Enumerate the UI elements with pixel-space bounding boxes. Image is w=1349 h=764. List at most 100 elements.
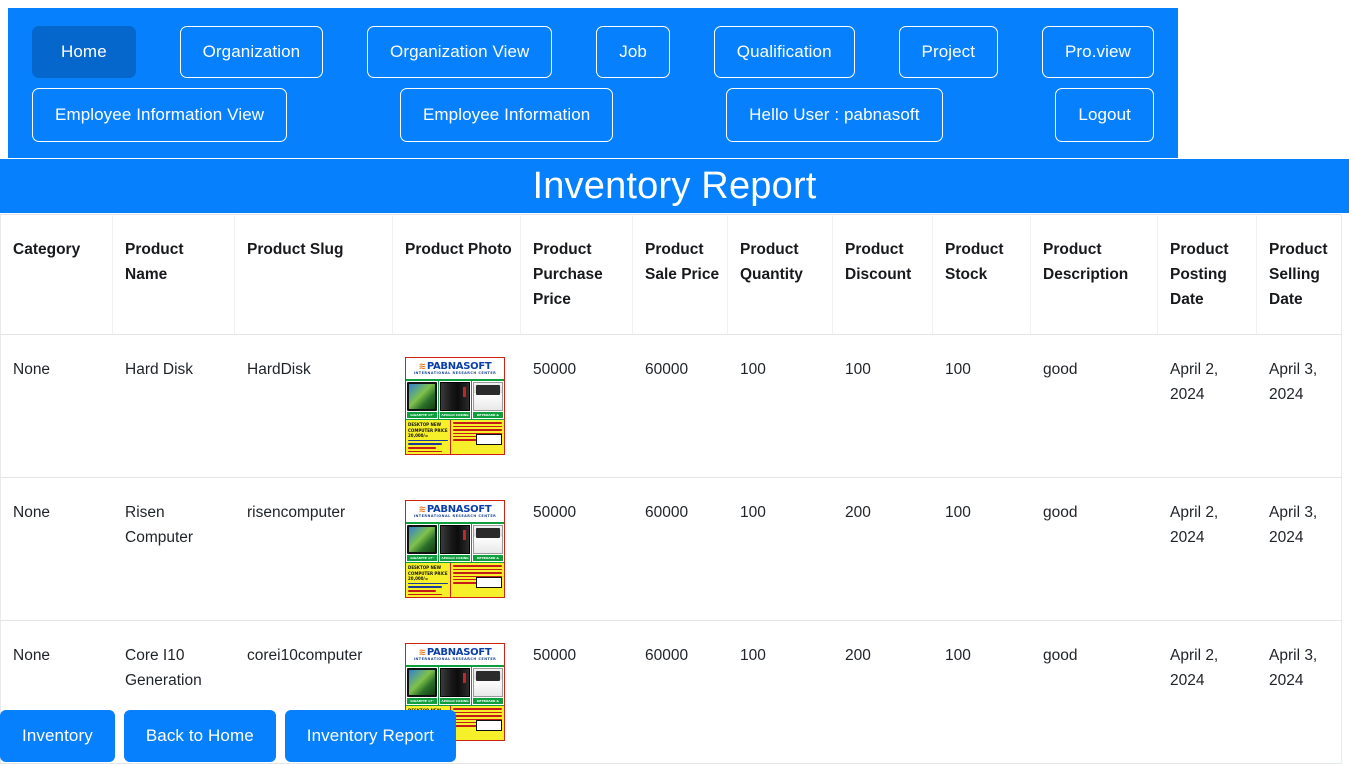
flyer-tower-cell: APOLLO CASING [439, 667, 472, 706]
flyer-text-line [408, 586, 443, 589]
column-header-product-slug: Product Slug [234, 213, 393, 336]
back-to-home-button[interactable]: Back to Home [123, 710, 276, 762]
flyer-tagline: INTERNATIONAL RESEARCH CENTER [413, 371, 497, 376]
keyboard-icon [473, 525, 503, 555]
cell-stock: 100 [932, 620, 1031, 764]
nav-button-logout[interactable]: Logout [1055, 88, 1154, 142]
column-header-product-photo: Product Photo [392, 213, 521, 336]
flyer-caption: APOLLO CASING [440, 412, 470, 419]
flyer-spec-line [453, 565, 502, 567]
nav-button-home[interactable]: Home [32, 26, 136, 78]
nav-button-pro-view[interactable]: Pro.view [1041, 26, 1154, 78]
flyer-spec-line [453, 572, 502, 574]
flyer-product-strip: GIGABYTE 17" MONITOR APOLLO CASING KEYBO… [406, 523, 504, 564]
flyer-offer-title: DESKTOP NEW COMPUTER PRICE 20,000/= [408, 422, 448, 438]
nav-button-employee-information-view[interactable]: Employee Information View [32, 88, 288, 142]
flyer-spec-line [453, 425, 502, 428]
flyer-text-line [408, 582, 449, 585]
cell-sale-price: 60000 [632, 334, 728, 479]
flyer-caption: GIGABYTE 17" MONITOR [407, 698, 437, 705]
flyer-offer-right [451, 706, 504, 741]
cell-discount: 200 [832, 477, 933, 622]
column-header-category: Category [0, 213, 113, 336]
keyboard-icon [473, 382, 503, 412]
cell-discount: 100 [832, 334, 933, 479]
flyer-tower-cell: APOLLO CASING [439, 524, 472, 563]
nav-button-organization[interactable]: Organization [179, 26, 324, 78]
inventory-report-button[interactable]: Inventory Report [284, 710, 457, 762]
column-header-sale-price: Product Sale Price [632, 213, 728, 336]
flyer-monitor-cell: GIGABYTE 17" MONITOR [406, 667, 439, 706]
inventory-table: Category Product Name Product Slug Produ… [0, 213, 1342, 764]
column-header-posting-date: Product Posting Date [1157, 213, 1257, 336]
cell-quantity: 100 [727, 620, 833, 764]
flyer-keyboard-cell: KEYBOARD & MOUSE [472, 381, 504, 419]
nav-row-primary: Home Organization Organization View Job … [8, 26, 1178, 78]
column-header-product-name: Product Name [112, 213, 235, 336]
product-photo-image: ≋PABNASOFT INTERNATIONAL RESEARCH CENTER… [405, 500, 505, 599]
flyer-product-strip: GIGABYTE 17" MONITOR APOLLO CASING KEYBO… [406, 380, 504, 421]
nav-button-project[interactable]: Project [898, 26, 999, 78]
cell-sale-price: 60000 [632, 620, 728, 764]
nav-button-organization-view[interactable]: Organization View [367, 26, 553, 78]
cell-posting-date: April 2, 2024 [1157, 334, 1257, 479]
cell-description: good [1030, 477, 1158, 622]
cell-description: good [1030, 620, 1158, 764]
flyer-caption: KEYBOARD & MOUSE [473, 412, 503, 419]
column-header-selling-date: Product Selling Date [1256, 213, 1342, 336]
column-header-quantity: Product Quantity [727, 213, 833, 336]
inventory-table-head: Category Product Name Product Slug Produ… [0, 213, 1342, 336]
flyer-text-line [408, 593, 443, 596]
flyer-caption: KEYBOARD & MOUSE [473, 555, 503, 562]
inventory-table-container: Category Product Name Product Slug Produ… [0, 213, 1342, 764]
cell-quantity: 100 [727, 477, 833, 622]
nav-button-job[interactable]: Job [596, 26, 670, 78]
flyer-monitor-cell: GIGABYTE 17" MONITOR [406, 524, 439, 563]
pc-tower-icon [440, 525, 470, 555]
cell-purchase-price: 50000 [520, 477, 633, 622]
flyer-caption: GIGABYTE 17" MONITOR [407, 555, 437, 562]
product-photo-image: ≋PABNASOFT INTERNATIONAL RESEARCH CENTER… [405, 357, 505, 456]
cell-product-slug: risencomputer [234, 477, 393, 622]
flyer-offer-left: DESKTOP NEW COMPUTER PRICE 20,000/= [406, 563, 452, 598]
flyer-spec-line [453, 568, 502, 571]
flyer-text-line [408, 439, 449, 442]
flyer-offer-left: DESKTOP NEW COMPUTER PRICE 20,000/= [406, 420, 452, 455]
column-header-purchase-price: Product Purchase Price [520, 213, 633, 336]
flyer-spec-line [453, 711, 502, 714]
flyer-contact-box [476, 720, 502, 732]
nav-button-employee-information[interactable]: Employee Information [399, 88, 614, 142]
cell-description: good [1030, 334, 1158, 479]
flyer-caption: GIGABYTE 17" MONITOR [407, 412, 437, 419]
flyer-text-line [408, 590, 437, 592]
cell-posting-date: April 2, 2024 [1157, 477, 1257, 622]
flyer-offer-body: DESKTOP NEW COMPUTER PRICE 20,000/= [406, 420, 504, 455]
page-title-bar: Inventory Report [0, 159, 1349, 213]
flyer-tagline: INTERNATIONAL RESEARCH CENTER [413, 657, 497, 662]
flyer-keyboard-cell: KEYBOARD & MOUSE [472, 667, 504, 705]
cell-purchase-price: 50000 [520, 334, 633, 479]
inventory-button[interactable]: Inventory [0, 710, 115, 762]
cell-selling-date: April 3, 2024 [1256, 334, 1342, 479]
flyer-caption: APOLLO CASING [440, 555, 470, 562]
flyer-text-line [408, 450, 443, 453]
cell-product-slug: HardDisk [234, 334, 393, 479]
flyer-caption: APOLLO CASING [440, 698, 470, 705]
flyer-header: ≋PABNASOFT INTERNATIONAL RESEARCH CENTER [406, 501, 504, 524]
flyer-tagline: INTERNATIONAL RESEARCH CENTER [413, 514, 497, 519]
flyer-spec-line [453, 429, 502, 431]
flyer-spec-line [453, 422, 502, 424]
nav-button-qualification[interactable]: Qualification [713, 26, 855, 78]
flyer-header: ≋PABNASOFT INTERNATIONAL RESEARCH CENTER [406, 358, 504, 381]
flyer-contact-box [476, 577, 502, 589]
table-header-row: Category Product Name Product Slug Produ… [0, 213, 1342, 336]
cell-stock: 100 [932, 477, 1031, 622]
cell-purchase-price: 50000 [520, 620, 633, 764]
flyer-caption: KEYBOARD & MOUSE [473, 698, 503, 705]
nav-button-hello-user[interactable]: Hello User : pabnasoft [726, 88, 943, 142]
pc-tower-icon [440, 382, 470, 412]
column-header-description: Product Description [1030, 213, 1158, 336]
flyer-spec-line [453, 708, 502, 710]
flyer-offer-body: DESKTOP NEW COMPUTER PRICE 20,000/= [406, 563, 504, 598]
page-title: Inventory Report [532, 165, 817, 207]
